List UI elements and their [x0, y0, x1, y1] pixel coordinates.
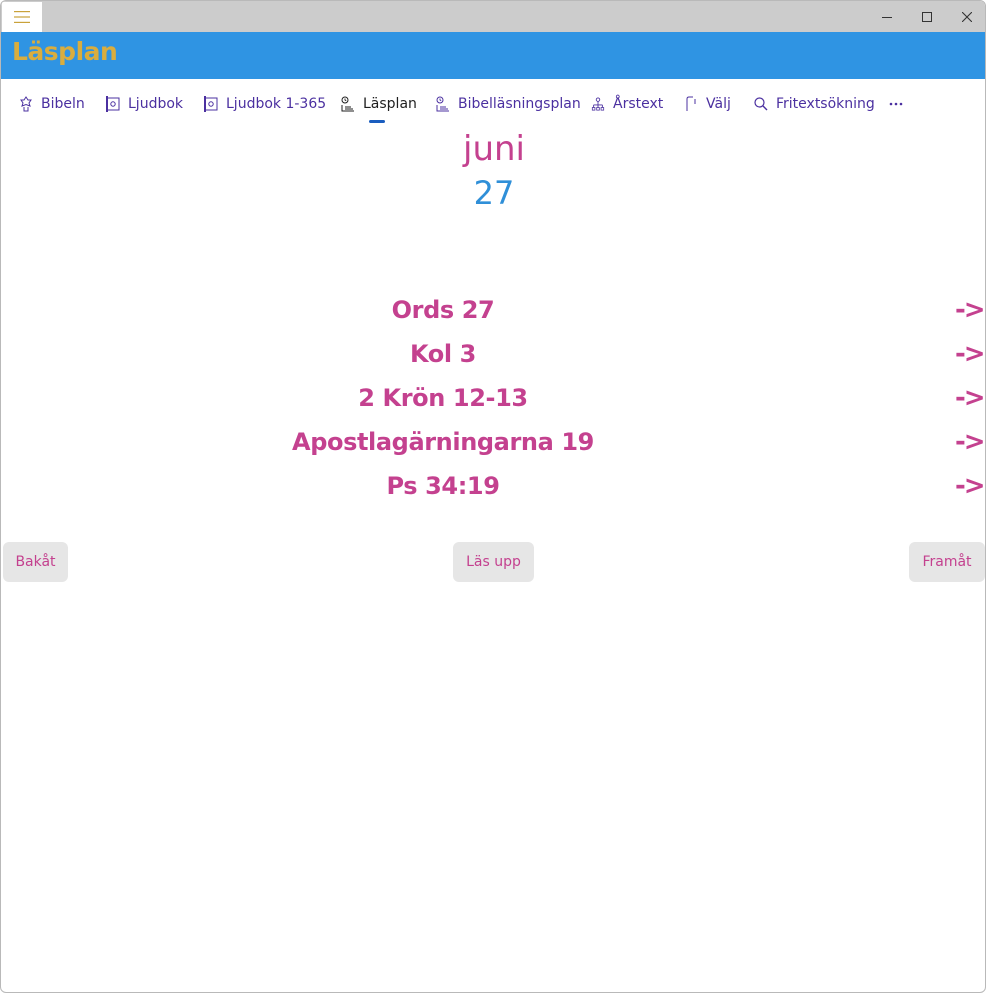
- audiobook-icon: [106, 96, 120, 112]
- active-tab-indicator: [369, 120, 385, 123]
- month-label: juni: [463, 129, 525, 169]
- nav-item-label: Ljudbok: [128, 96, 184, 112]
- nav-item-bibeln[interactable]: Bibeln: [19, 80, 85, 128]
- reading-item[interactable]: 2 Krön 12-13: [1, 384, 885, 412]
- page-title: Läsplan: [12, 37, 118, 66]
- nav-bar: Bibeln Ljudbok Ljudbok 1-365 Läsplan Bib…: [1, 80, 985, 128]
- audiobook-icon: [204, 96, 218, 112]
- nav-item-arstext[interactable]: Årstext: [591, 80, 663, 128]
- nav-item-label: Fritextsökning: [776, 96, 875, 112]
- reading-plan-icon: [341, 96, 355, 112]
- select-icon: [684, 96, 698, 112]
- search-icon: [754, 96, 768, 112]
- nav-item-label: Bibeln: [41, 96, 85, 112]
- bible-icon: [19, 96, 33, 112]
- more-icon[interactable]: [887, 92, 905, 116]
- reading-arrow-button[interactable]: ->: [955, 339, 985, 369]
- reading-plan-icon: [436, 96, 450, 112]
- app-header: Läsplan: [1, 32, 985, 79]
- reading-item[interactable]: Kol 3: [1, 340, 885, 368]
- nav-item-fritextsokning[interactable]: Fritextsökning: [754, 80, 875, 128]
- title-bar: [1, 1, 985, 32]
- nav-item-ljudbok-1-365[interactable]: Ljudbok 1-365: [204, 80, 326, 128]
- close-icon[interactable]: [947, 1, 985, 32]
- reading-arrow-button[interactable]: ->: [955, 383, 985, 413]
- reading-arrow-button[interactable]: ->: [955, 471, 985, 501]
- nav-item-label: Bibelläsningsplan: [458, 96, 581, 112]
- nav-item-label: Årstext: [613, 96, 664, 112]
- reading-arrow-button[interactable]: ->: [955, 295, 985, 325]
- back-button[interactable]: Bakåt: [3, 542, 68, 582]
- nav-item-label: Läsplan: [363, 96, 417, 112]
- minimize-icon[interactable]: [867, 1, 907, 32]
- hamburger-icon[interactable]: [2, 2, 42, 32]
- nav-item-valj[interactable]: Välj: [684, 80, 731, 128]
- reading-item[interactable]: Ps 34:19: [1, 472, 885, 500]
- read-aloud-button[interactable]: Läs upp: [453, 542, 534, 582]
- day-label: 27: [473, 174, 515, 212]
- nav-item-bibellasningsplan[interactable]: Bibelläsningsplan: [436, 80, 581, 128]
- reading-arrow-button[interactable]: ->: [955, 427, 985, 457]
- forward-button[interactable]: Framåt: [909, 542, 985, 582]
- tree-icon: [591, 96, 605, 112]
- reading-item[interactable]: Ords 27: [1, 296, 885, 324]
- reading-item[interactable]: Apostlagärningarna 19: [1, 428, 885, 456]
- nav-item-label: Ljudbok 1-365: [226, 96, 327, 112]
- maximize-icon[interactable]: [907, 1, 947, 32]
- nav-item-ljudbok[interactable]: Ljudbok: [106, 80, 183, 128]
- nav-item-label: Välj: [706, 96, 731, 112]
- app-window: Läsplan Bibeln Ljudbok Ljudbok 1-365 Läs…: [0, 0, 986, 993]
